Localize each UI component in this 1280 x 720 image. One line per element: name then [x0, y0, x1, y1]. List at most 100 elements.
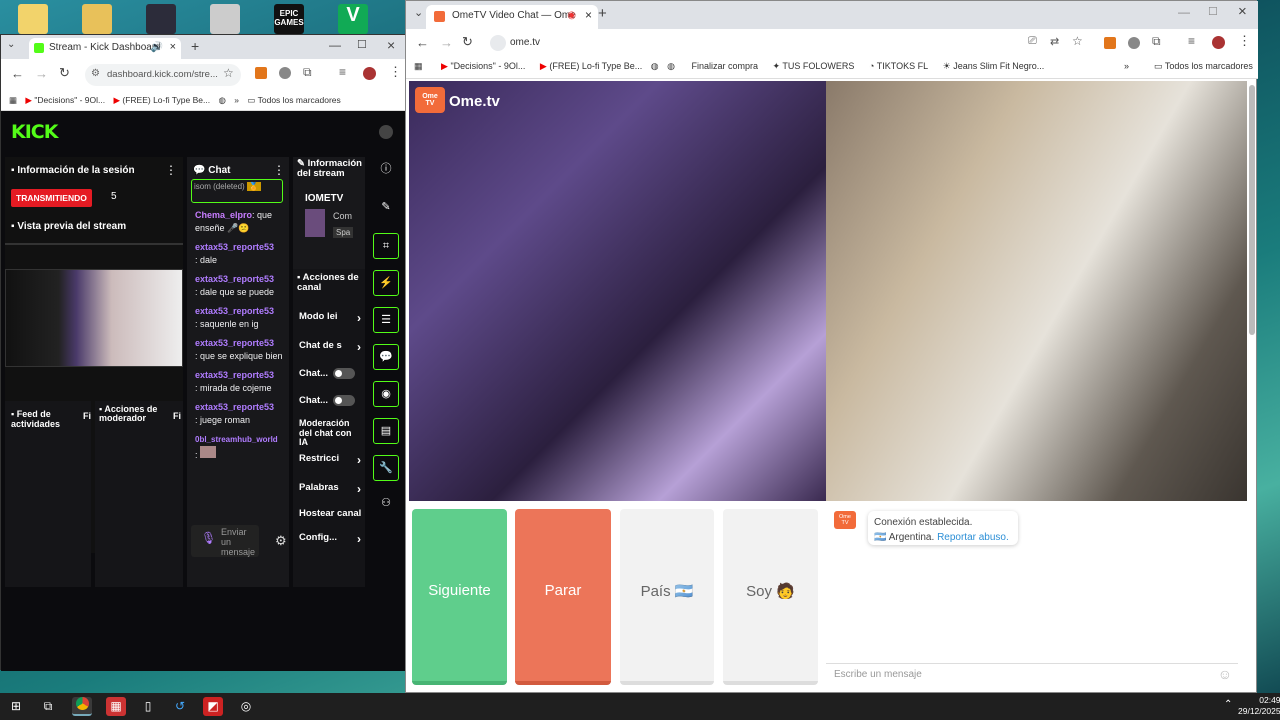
metamask-icon[interactable]: [1104, 37, 1116, 49]
menu-dots-icon[interactable]: ⋮: [389, 64, 402, 80]
filter-label[interactable]: Fi: [83, 411, 91, 421]
address-bar[interactable]: ⚙ dashboard.kick.com/stre...: [85, 64, 241, 86]
extension-icon[interactable]: [279, 67, 291, 79]
chrome-taskbar-icon[interactable]: [72, 697, 92, 716]
bookmark-item[interactable]: ▶ (FREE) Lo-fi Type Be...: [113, 91, 216, 106]
gender-button[interactable]: Soy 🧑: [723, 509, 818, 685]
action-chat-slow[interactable]: Chat de s ›: [299, 340, 363, 354]
next-button[interactable]: Siguiente: [412, 509, 507, 685]
edit-pencil-icon[interactable]: ✎: [373, 195, 399, 221]
back-icon[interactable]: ←: [416, 35, 429, 50]
menu-dots-icon[interactable]: ⋮: [273, 163, 285, 177]
apps-grid-icon[interactable]: ▦: [1, 91, 23, 106]
epic-games-icon[interactable]: EPIC GAMES: [274, 4, 304, 34]
profile-avatar[interactable]: [363, 67, 376, 80]
tab-search-icon[interactable]: ⌄: [414, 6, 423, 19]
bookmark-folder[interactable]: ▭ Todos los marcadores: [1154, 61, 1253, 72]
tab-ometv[interactable]: OmeTV Video Chat — Ome ◉ ×: [426, 5, 598, 29]
desktop-icon-2[interactable]: [82, 4, 112, 34]
report-abuse-link[interactable]: Reportar abuso.: [937, 532, 1009, 543]
close-tab-icon[interactable]: ×: [170, 41, 176, 53]
layout-icon[interactable]: ▤: [373, 418, 399, 444]
site-info-icon[interactable]: ⚙: [91, 68, 100, 79]
install-app-icon[interactable]: ⎚: [1028, 35, 1037, 48]
menu-dots-icon[interactable]: ⋮: [165, 163, 177, 177]
action-ai-moderation[interactable]: Moderación del chat con IA: [299, 418, 359, 448]
obs-icon[interactable]: ◎: [236, 697, 256, 716]
profile-avatar[interactable]: [1212, 36, 1225, 49]
windows-start-icon[interactable]: ⊞: [6, 697, 26, 716]
bookmark-item[interactable]: ◔ TIKTOKS FL: [863, 57, 934, 71]
action-emote-mode[interactable]: Modo lei ›: [299, 311, 363, 325]
back-icon[interactable]: ←: [11, 66, 24, 81]
chevron-right-icon[interactable]: »: [234, 91, 245, 105]
reload-icon[interactable]: ↻: [462, 34, 473, 50]
tab-kick-dashboard[interactable]: Stream - Kick Dashboard 🔊 ×: [29, 38, 181, 59]
action-chat-toggle-1[interactable]: Chat...: [299, 368, 363, 379]
wrench-icon[interactable]: 🔧: [373, 455, 399, 481]
new-tab-icon[interactable]: +: [598, 5, 607, 22]
extension-icon[interactable]: [1128, 37, 1140, 49]
minimize-icon[interactable]: —: [329, 38, 341, 52]
bookmark-star-icon[interactable]: ☆: [1072, 34, 1083, 48]
info-icon[interactable]: ⓘ: [373, 157, 399, 183]
user-avatar[interactable]: [379, 125, 393, 139]
chat-bubble-icon[interactable]: 💬: [373, 344, 399, 370]
minimize-icon[interactable]: —: [1178, 5, 1190, 19]
desktop-icon-3[interactable]: [146, 4, 176, 34]
speaker-icon[interactable]: 🔊: [151, 42, 163, 53]
close-window-icon[interactable]: ×: [1238, 3, 1247, 20]
file-icon[interactable]: ▯: [138, 697, 158, 716]
system-tray-chevron-icon[interactable]: ⌃: [1224, 699, 1232, 710]
action-restrictions[interactable]: Restricci ›: [299, 453, 363, 467]
close-tab-icon[interactable]: ×: [585, 8, 592, 22]
action-settings[interactable]: Config... ›: [299, 532, 363, 546]
desktop-icon-4[interactable]: [210, 4, 240, 34]
forward-icon[interactable]: →: [35, 66, 48, 81]
bookmark-item[interactable]: ▶ (FREE) Lo-fi Type Be...: [534, 57, 648, 72]
toggle-switch[interactable]: [333, 395, 355, 406]
globe-icon[interactable]: ◍: [651, 57, 665, 72]
kick-logo[interactable]: KICK: [11, 121, 58, 143]
globe-icon[interactable]: ◍: [667, 57, 681, 72]
broadcast-icon[interactable]: ◉: [373, 381, 399, 407]
chat-settings-gear-icon[interactable]: ⚙: [275, 533, 287, 549]
translate-icon[interactable]: ⇄: [1050, 35, 1059, 48]
site-info-icon[interactable]: [490, 35, 506, 51]
message-input[interactable]: Escribe un mensaje ☺: [826, 663, 1238, 685]
app-taskbar-icon[interactable]: ▦: [106, 697, 126, 716]
lightning-icon[interactable]: ⚡: [373, 270, 399, 296]
microphone-icon[interactable]: 🎙: [201, 532, 216, 544]
stop-button[interactable]: Parar: [515, 509, 611, 685]
emoji-icon[interactable]: ☺: [1218, 666, 1232, 682]
chevron-right-icon[interactable]: »: [1124, 61, 1129, 71]
desktop-icon-1[interactable]: [18, 4, 48, 34]
action-banned-words[interactable]: Palabras ›: [299, 482, 363, 496]
bookmark-folder[interactable]: ▭ Todos los marcadores: [247, 91, 346, 106]
bookmark-star-icon[interactable]: ☆: [223, 66, 234, 80]
filter-label[interactable]: Fi: [173, 411, 181, 421]
media-control-icon[interactable]: ≡: [1188, 34, 1195, 48]
action-host-channel[interactable]: Hostear canal: [299, 508, 365, 519]
bookmark-item[interactable]: ▶ "Decisions" - 9Ol...: [25, 91, 111, 106]
new-tab-icon[interactable]: +: [191, 38, 199, 54]
tab-search-icon[interactable]: ⌄: [7, 39, 15, 50]
users-icon[interactable]: ⚇: [373, 491, 399, 517]
bookmark-item[interactable]: ☀ Jeans Slim Fit Negro...: [937, 57, 1051, 72]
media-control-icon[interactable]: ≡: [339, 65, 346, 79]
country-button[interactable]: País 🇦🇷: [620, 509, 714, 685]
action-chat-toggle-2[interactable]: Chat...: [299, 395, 363, 406]
recording-icon[interactable]: ◉: [567, 10, 576, 21]
maximize-icon[interactable]: ☐: [1208, 5, 1218, 18]
menu-dots-icon[interactable]: ⋮: [1238, 33, 1251, 49]
extensions-puzzle-icon[interactable]: ⧉: [303, 65, 312, 80]
toggle-switch[interactable]: [333, 368, 355, 379]
stream-preview[interactable]: [5, 269, 183, 367]
apps-grid-icon[interactable]: ▦: [406, 57, 429, 72]
chat-input[interactable]: 🎙 Enviar un mensaje: [191, 525, 259, 557]
scrollbar[interactable]: [1249, 85, 1255, 335]
clock[interactable]: 02:49 29/12/2025: [1238, 695, 1280, 717]
maximize-icon[interactable]: ☐: [357, 38, 367, 51]
refresh-app-icon[interactable]: ↺: [170, 697, 190, 716]
reload-icon[interactable]: ↻: [59, 65, 70, 81]
